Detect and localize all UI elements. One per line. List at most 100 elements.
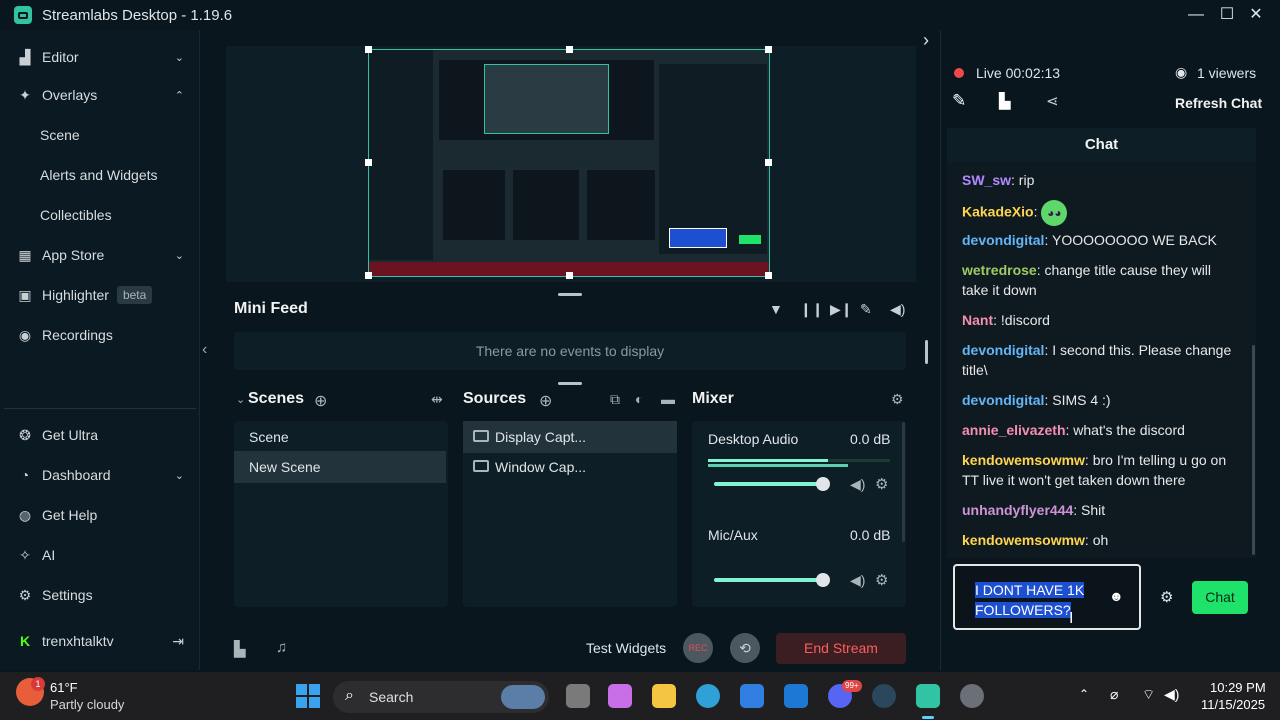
test-widgets-button[interactable]: Test Widgets bbox=[586, 640, 666, 656]
source-item-window-capture[interactable]: Window Cap... bbox=[463, 451, 677, 483]
taskbar-search[interactable]: ⌕ Search bbox=[333, 681, 549, 713]
scene-item-selected[interactable]: New Scene bbox=[234, 451, 446, 483]
notifications-bell-icon[interactable]: ♫ bbox=[276, 639, 287, 656]
sidebar-item-dashboard[interactable]: ◔ Dashboard ⌄ bbox=[0, 458, 200, 492]
speaker-icon[interactable]: ◀) bbox=[850, 476, 865, 493]
clock-date[interactable]: 11/15/2025 bbox=[1201, 697, 1265, 712]
share-icon[interactable]: ⋖ bbox=[1046, 92, 1059, 110]
chat-username[interactable]: Nant bbox=[962, 312, 993, 328]
volume-icon[interactable]: ◀) bbox=[890, 301, 905, 318]
chat-username[interactable]: annie_elivazeth bbox=[962, 422, 1066, 438]
file-explorer-icon[interactable] bbox=[652, 684, 676, 708]
scene-item[interactable]: Scene bbox=[234, 421, 446, 453]
streamlabs-taskbar-icon[interactable] bbox=[916, 684, 940, 708]
skip-icon[interactable]: ▶❙ bbox=[830, 301, 853, 318]
windows-start-icon[interactable] bbox=[296, 684, 320, 708]
chat-input-value[interactable]: I DONT HAVE 1K FOLLOWERS? bbox=[975, 582, 1085, 618]
record-button[interactable]: REC bbox=[683, 633, 713, 663]
weather-temp[interactable]: 61°F bbox=[50, 680, 78, 695]
chevron-up-icon[interactable]: ⌃ bbox=[1079, 687, 1089, 701]
sidebar-item-account[interactable]: K trenxhtalktv ⇥ bbox=[0, 624, 200, 658]
pause-icon[interactable]: ❙❙ bbox=[800, 301, 823, 318]
speaker-icon[interactable]: ◀) bbox=[850, 572, 865, 589]
edit-stream-info-icon[interactable]: ✎ bbox=[952, 91, 966, 111]
resize-grip[interactable] bbox=[558, 382, 582, 385]
volume-icon[interactable]: ◀) bbox=[1164, 686, 1179, 703]
maximize-button[interactable]: ☐ bbox=[1217, 5, 1237, 25]
add-scene-icon[interactable]: ⊕ bbox=[314, 391, 327, 411]
wifi-icon[interactable]: ⌔ bbox=[1142, 686, 1155, 704]
minimize-button[interactable]: — bbox=[1186, 5, 1206, 25]
sidebar-item-alerts-widgets[interactable]: Alerts and Widgets bbox=[40, 167, 158, 183]
resize-handle[interactable] bbox=[925, 340, 928, 364]
chat-settings-gear-icon[interactable]: ⚙ bbox=[1160, 588, 1173, 606]
chat-username[interactable]: KakadeXio bbox=[962, 204, 1034, 220]
end-stream-button[interactable]: End Stream bbox=[776, 633, 906, 664]
refresh-chat-button[interactable]: Refresh Chat bbox=[1175, 95, 1262, 111]
mute-alerts-icon[interactable]: ✎ bbox=[860, 301, 872, 318]
edge-browser-icon[interactable] bbox=[696, 684, 720, 708]
gear-icon[interactable]: ⚙ bbox=[875, 475, 888, 493]
stream-settings-icon[interactable]: ▙ bbox=[999, 92, 1011, 110]
microsoft-store-icon[interactable] bbox=[740, 684, 764, 708]
send-chat-button[interactable]: Chat bbox=[1192, 581, 1248, 614]
source-folder-icon[interactable]: ▬ bbox=[661, 391, 675, 407]
chevron-down-icon[interactable]: ⌄ bbox=[236, 393, 245, 406]
sidebar-item-overlays[interactable]: ✦ Overlays ⌃ bbox=[0, 78, 200, 112]
chevron-down-icon[interactable]: ⌄ bbox=[175, 51, 184, 64]
sidebar-item-ai[interactable]: ✧ AI bbox=[0, 538, 200, 572]
add-source-icon[interactable]: ⊕ bbox=[539, 391, 552, 411]
logout-icon[interactable]: ⇥ bbox=[172, 633, 184, 650]
chat-username[interactable]: devondigital bbox=[962, 342, 1044, 358]
source-item-display-capture[interactable]: Display Capt... bbox=[463, 421, 677, 453]
chat-username[interactable]: SW_sw bbox=[962, 172, 1011, 188]
chat-username[interactable]: kendowemsowmw bbox=[962, 452, 1085, 468]
chevron-up-icon[interactable]: ⌃ bbox=[175, 89, 184, 102]
settings-app-icon[interactable] bbox=[960, 684, 984, 708]
stats-icon[interactable]: ▙ bbox=[234, 640, 246, 658]
sidebar-item-get-help[interactable]: ◍ Get Help bbox=[0, 498, 200, 532]
sidebar-item-get-ultra[interactable]: ❂ Get Ultra bbox=[0, 418, 200, 452]
location-off-icon[interactable]: ⌀ bbox=[1110, 686, 1118, 703]
sidebar-item-highlighter[interactable]: ▣ Highlighter beta bbox=[0, 278, 200, 312]
clock-time[interactable]: 10:29 PM bbox=[1210, 680, 1266, 695]
chevron-down-icon[interactable]: ⌄ bbox=[175, 249, 184, 262]
sidebar-item-recordings[interactable]: ◉ Recordings bbox=[0, 318, 200, 352]
chat-username[interactable]: kendowemsowmw bbox=[962, 532, 1085, 548]
chat-username[interactable]: unhandyflyer444 bbox=[962, 502, 1073, 518]
resize-grip[interactable] bbox=[558, 293, 582, 296]
volume-slider-knob[interactable] bbox=[816, 573, 830, 587]
collapse-sidebar-icon[interactable]: ‹ bbox=[202, 341, 207, 359]
outlook-icon[interactable] bbox=[784, 684, 808, 708]
filter-icon[interactable]: ▼ bbox=[769, 301, 783, 317]
task-view-icon[interactable] bbox=[566, 684, 590, 708]
chat-username[interactable]: devondigital bbox=[962, 392, 1044, 408]
sidebar-item-collectibles[interactable]: Collectibles bbox=[40, 207, 112, 223]
copilot-icon[interactable] bbox=[608, 684, 632, 708]
volume-slider-knob[interactable] bbox=[816, 477, 830, 491]
close-button[interactable]: ✕ bbox=[1246, 5, 1266, 25]
collapse-dock-icon[interactable]: › bbox=[923, 30, 929, 51]
weather-desc[interactable]: Partly cloudy bbox=[50, 697, 124, 712]
sidebar-item-settings[interactable]: ⚙ Settings bbox=[0, 578, 200, 612]
stream-preview[interactable] bbox=[365, 46, 772, 279]
mixer-scrollbar[interactable] bbox=[902, 422, 905, 542]
sidebar-item-scene[interactable]: Scene bbox=[40, 127, 80, 143]
chevron-down-icon[interactable]: ⌄ bbox=[175, 469, 184, 482]
sidebar-item-editor[interactable]: ▟ Editor ⌄ bbox=[0, 40, 200, 74]
emoji-icon[interactable]: ☻ bbox=[1109, 588, 1124, 604]
replay-buffer-icon[interactable]: ⟲ bbox=[730, 633, 760, 663]
gear-icon[interactable]: ⚙ bbox=[875, 571, 888, 589]
chat-username[interactable]: wetredrose bbox=[962, 262, 1037, 278]
chat-input[interactable]: I DONT HAVE 1K FOLLOWERS? ☻ I bbox=[953, 564, 1141, 630]
sidebar-item-app-store[interactable]: ▦ App Store ⌄ bbox=[0, 238, 200, 272]
chat-username[interactable]: devondigital bbox=[962, 232, 1044, 248]
source-lock-icon[interactable]: ◐ bbox=[635, 391, 643, 407]
source-group-icon[interactable]: ⧉ bbox=[610, 391, 620, 408]
scene-transition-icon[interactable]: ⇹ bbox=[431, 391, 443, 408]
chat-scrollbar[interactable] bbox=[1252, 345, 1255, 555]
volume-slider[interactable] bbox=[714, 482, 824, 486]
volume-slider[interactable] bbox=[714, 578, 824, 582]
mixer-settings-icon[interactable]: ⚙ bbox=[891, 391, 904, 408]
steam-icon[interactable] bbox=[872, 684, 896, 708]
